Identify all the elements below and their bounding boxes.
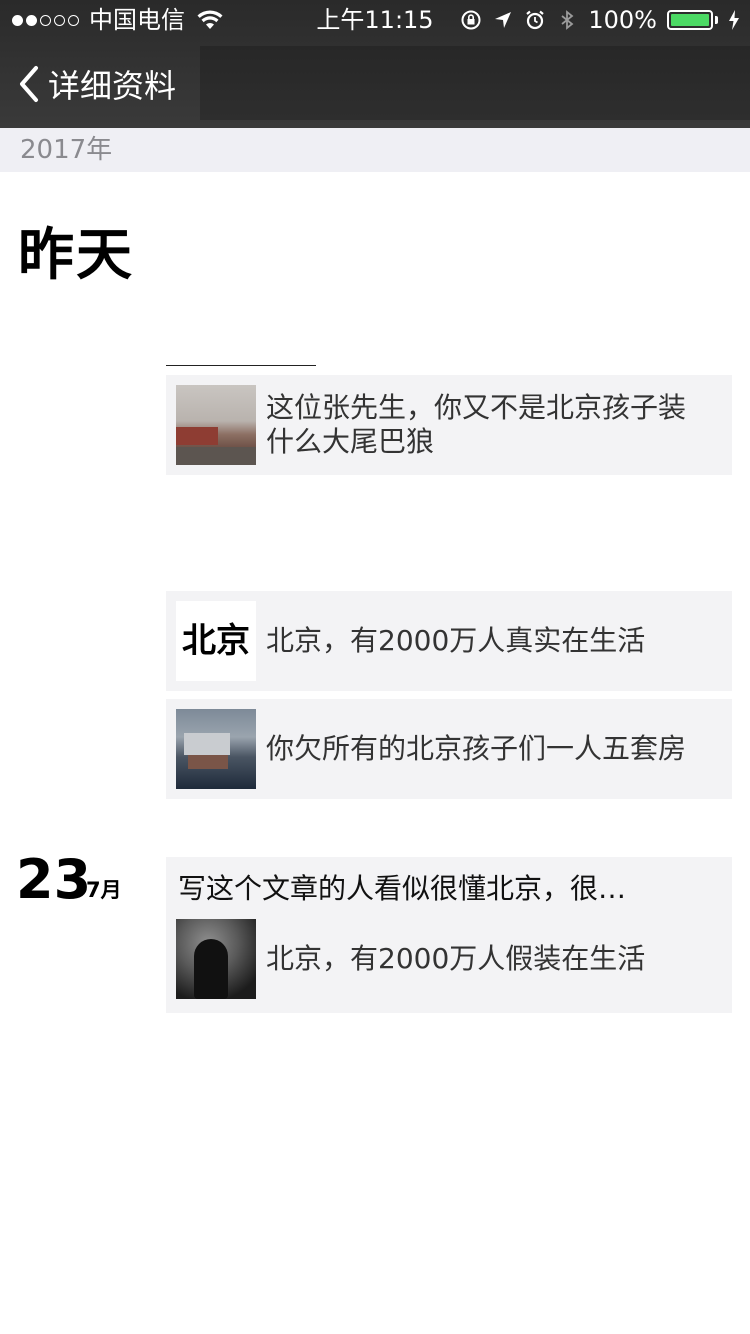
back-button[interactable]: 详细资料	[18, 40, 176, 128]
post-card[interactable]: 写这个文章的人看似很懂北京，很… 北京，有2000万人假装在生活	[166, 857, 732, 1013]
date-month: 7月	[86, 878, 122, 902]
back-label: 详细资料	[48, 67, 177, 105]
thumb-logo-text: 北京	[182, 621, 250, 661]
top-bar: 中国电信 上午11:15 100% 详细资料	[0, 0, 750, 128]
year-header: 2017年	[0, 128, 750, 172]
divider	[166, 365, 316, 366]
bluetooth-icon	[561, 10, 574, 30]
orientation-lock-icon	[461, 10, 481, 30]
thumb-shape	[176, 447, 256, 465]
post-thumbnail	[176, 385, 256, 465]
post-text: 你欠所有的北京孩子们一人五套房	[266, 732, 687, 765]
post-card[interactable]: 北京 北京，有2000万人真实在生活	[166, 591, 732, 691]
alarm-icon	[526, 10, 545, 30]
post-thumbnail	[176, 919, 256, 999]
status-bar: 中国电信 上午11:15 100%	[0, 0, 750, 40]
post-card[interactable]: 这位张先生，你又不是北京孩子装什么大尾巴狼	[166, 375, 732, 475]
post-row: 这位张先生，你又不是北京孩子装什么大尾巴狼	[176, 385, 722, 465]
battery-percent: 100%	[588, 6, 657, 34]
charging-icon	[729, 10, 739, 30]
nav-panel	[200, 46, 750, 120]
post-title: 写这个文章的人看似很懂北京，很…	[178, 872, 627, 905]
thumb-shape	[194, 939, 228, 999]
status-right: 100%	[460, 0, 740, 40]
location-arrow-icon	[495, 12, 512, 28]
date-day: 23	[16, 848, 92, 911]
post-row: 你欠所有的北京孩子们一人五套房	[176, 709, 722, 789]
post-text: 北京，有2000万人真实在生活	[266, 624, 646, 657]
battery-cap	[715, 16, 718, 24]
post-text: 这位张先生，你又不是北京孩子装什么大尾巴狼	[266, 391, 687, 458]
post-thumbnail: 北京	[176, 601, 256, 681]
nav-bar: 详细资料	[0, 40, 750, 128]
post-text: 北京，有2000万人假装在生活	[266, 942, 646, 975]
thumb-shape	[188, 755, 228, 769]
thumb-shape	[176, 427, 218, 445]
post-row: 北京，有2000万人假装在生活	[176, 919, 722, 999]
battery-icon	[667, 10, 713, 30]
post-row: 北京 北京，有2000万人真实在生活	[176, 601, 722, 681]
day-label: 昨天	[18, 223, 134, 288]
post-card[interactable]: 你欠所有的北京孩子们一人五套房	[166, 699, 732, 799]
post-thumbnail	[176, 709, 256, 789]
thumb-shape	[184, 733, 230, 755]
chevron-left-icon	[20, 66, 38, 102]
battery-fill	[671, 14, 709, 26]
